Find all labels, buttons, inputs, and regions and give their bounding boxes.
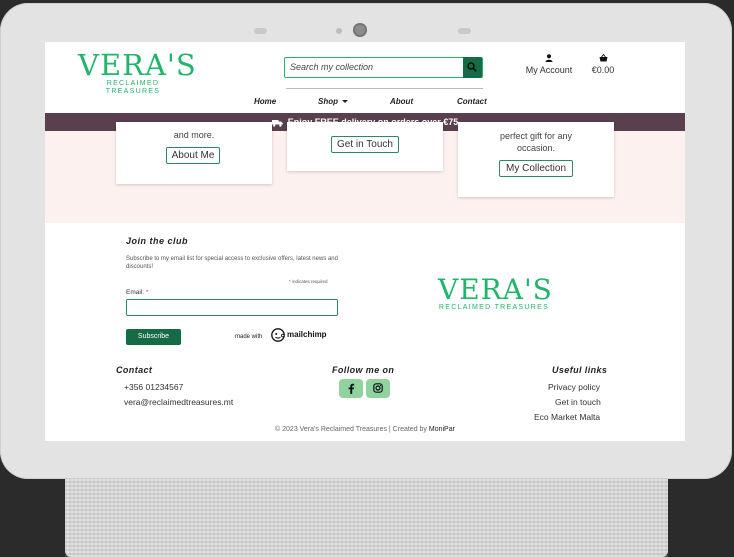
search-placeholder: Search my collection xyxy=(290,62,374,72)
newsletter-title: Join the club xyxy=(126,236,189,246)
footer-logo-tagline: RECLAIMED TREASURES xyxy=(438,304,550,311)
required-note: * indicates required xyxy=(289,279,328,284)
truck-icon xyxy=(271,119,283,127)
nav-about[interactable]: About xyxy=(390,97,413,106)
account-label: My Account xyxy=(525,65,573,75)
get-in-touch-button[interactable]: Get in Touch xyxy=(331,136,399,153)
facebook-icon xyxy=(348,383,355,394)
header-divider xyxy=(286,88,483,89)
copyright-notice: © 2023 Vera's Reclaimed Treasures | Crea… xyxy=(45,426,685,433)
about-card: and more. About Me xyxy=(116,122,272,184)
collection-card: perfect gift for any occasion. My Collec… xyxy=(458,122,614,197)
mailchimp-monkey-icon xyxy=(271,328,285,342)
copyright-text: © 2023 Vera's Reclaimed Treasures | Crea… xyxy=(275,426,427,433)
cart-total: €0.00 xyxy=(591,65,615,75)
footer-links-title: Useful links xyxy=(552,365,608,375)
made-with-text: made with xyxy=(235,334,263,340)
footer-follow-title: Follow me on xyxy=(332,365,395,375)
about-card-text: and more. xyxy=(173,130,215,140)
basket-icon xyxy=(599,54,607,62)
mailchimp-badge[interactable]: mailchimp xyxy=(271,328,327,342)
footer-link-privacy[interactable]: Privacy policy xyxy=(548,382,600,392)
footer-logo-main-text: VERA'S xyxy=(438,273,553,306)
logo-main-text: VERA'S xyxy=(78,48,197,82)
required-star-icon: * xyxy=(289,279,291,284)
collection-card-text-1: perfect gift for any xyxy=(499,131,573,141)
collection-card-text-2: occasion. xyxy=(516,143,556,153)
nav-shop-label: Shop xyxy=(318,97,338,106)
footer-link-get-in-touch[interactable]: Get in touch xyxy=(555,397,601,407)
sensor-right xyxy=(458,28,471,34)
cart-link[interactable]: €0.00 xyxy=(589,54,617,75)
my-collection-button[interactable]: My Collection xyxy=(499,160,573,177)
instagram-button[interactable] xyxy=(366,379,390,398)
facebook-button[interactable] xyxy=(339,379,363,398)
email-required-star-icon: * xyxy=(145,289,149,296)
instagram-icon xyxy=(373,383,383,393)
fabric-stand xyxy=(65,478,668,557)
nav-home[interactable]: Home xyxy=(254,97,276,106)
search-input[interactable]: Search my collection xyxy=(284,57,483,78)
footer-logo[interactable]: VERA'S RECLAIMED TREASURES xyxy=(438,273,553,312)
about-me-button[interactable]: About Me xyxy=(166,147,220,164)
my-account-link[interactable]: My Account xyxy=(523,54,575,75)
nav-contact[interactable]: Contact xyxy=(457,97,487,106)
email-field[interactable] xyxy=(126,299,338,316)
required-note-text: indicates required xyxy=(292,279,328,284)
author-link[interactable]: MoniPar xyxy=(429,426,455,433)
footer-contact-title: Contact xyxy=(116,365,153,375)
logo-tagline: RECLAIMED TREASURES xyxy=(105,80,161,95)
chevron-down-icon xyxy=(342,100,348,104)
subscribe-button[interactable]: Subscribe xyxy=(126,329,181,345)
nav-shop[interactable]: Shop xyxy=(318,97,348,106)
footer-phone[interactable]: +356 01234567 xyxy=(124,382,183,392)
search-button[interactable] xyxy=(463,57,482,78)
sensor-left xyxy=(254,28,267,34)
footer-email[interactable]: vera@reclaimedtreasures.mt xyxy=(124,397,233,407)
website-screen: VERA'S RECLAIMED TREASURES Search my col… xyxy=(45,42,685,441)
site-logo[interactable]: VERA'S RECLAIMED TREASURES xyxy=(78,48,197,96)
mailchimp-wordmark: mailchimp xyxy=(287,330,327,340)
search-icon xyxy=(467,62,477,72)
camera-lens xyxy=(353,23,367,37)
user-icon xyxy=(545,54,553,62)
newsletter-description: Subscribe to my email list for special a… xyxy=(126,256,338,270)
email-label: Email: * xyxy=(126,289,148,296)
email-label-text: Email: xyxy=(126,289,145,296)
contact-card: Get in Touch xyxy=(287,122,443,171)
light-sensor xyxy=(336,28,342,34)
footer-link-eco-market[interactable]: Eco Market Malta xyxy=(534,412,600,422)
